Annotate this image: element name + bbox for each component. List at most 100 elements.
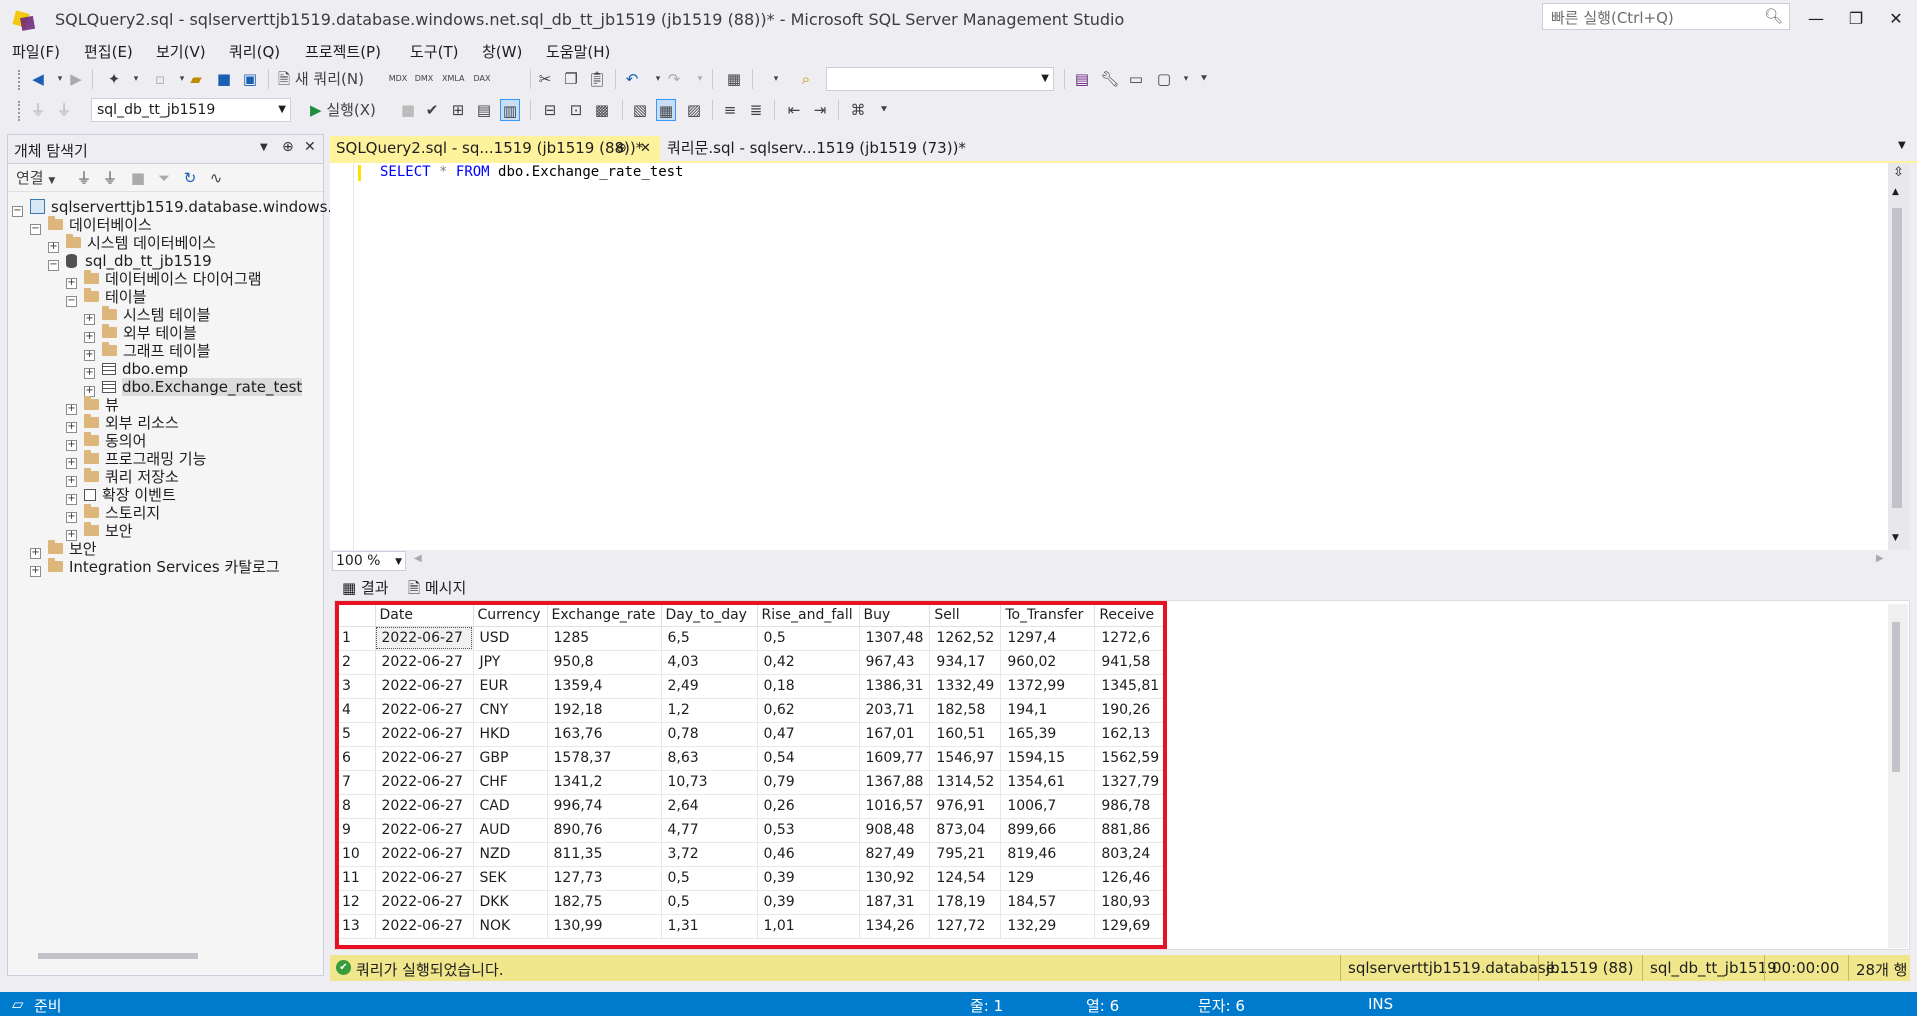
column-header-receive[interactable]: Receive <box>1094 604 1167 627</box>
query-editor[interactable]: SELECT * FROM dbo.Exchange_rate_test <box>330 163 1888 550</box>
tab-sqlquery2[interactable]: SQLQuery2.sql - sq...1519 (jb1519 (88))*… <box>330 136 660 161</box>
restore-button[interactable]: ❐ <box>1836 6 1876 32</box>
cancel-query-icon[interactable]: ■ <box>398 99 418 121</box>
editor-vertical-scrollbar[interactable]: ⇳ ▲ ▼ <box>1888 163 1910 550</box>
toolbar-overflow-icon[interactable]: ⯆ <box>1194 68 1214 90</box>
grid-cell[interactable]: 0,53 <box>757 818 860 843</box>
grid-cell[interactable]: 0,39 <box>757 866 860 891</box>
table-row[interactable]: 3 2022-06-27 EUR 1359,4 2,49 0,18 1386,31 1332,… <box>339 674 1167 699</box>
new-project-dropdown-icon[interactable]: ▾ <box>126 68 146 90</box>
filter-icon[interactable]: ⏷ <box>154 167 174 189</box>
specify-values-icon[interactable]: ⌘ <box>848 99 868 121</box>
grid-cell[interactable]: 127,73 <box>547 866 662 891</box>
column-header-date[interactable]: Date <box>375 604 474 627</box>
grid-cell[interactable]: 1327,79 <box>1094 770 1167 795</box>
split-icon[interactable]: ⇳ <box>1893 165 1904 180</box>
grid-cell[interactable]: JPY <box>473 650 548 675</box>
collapse-icon[interactable]: − <box>30 224 41 235</box>
grid-cell[interactable]: 178,19 <box>929 890 1002 915</box>
table-row[interactable]: 1 2022-06-27 USD 1285 6,5 0,5 1307,48 1262,52 12… <box>339 626 1167 651</box>
grid-cell[interactable]: 0,18 <box>757 674 860 699</box>
grid-cell[interactable]: 0,79 <box>757 770 860 795</box>
query-options-icon[interactable]: ▤ <box>474 99 494 121</box>
grid-cell[interactable]: 1609,77 <box>859 746 931 771</box>
grid-cell[interactable]: 0,5 <box>757 626 860 651</box>
column-header-sell[interactable]: Sell <box>929 604 1002 627</box>
close-button[interactable]: ✕ <box>1876 6 1916 32</box>
results-vertical-scrollbar[interactable] <box>1888 604 1908 948</box>
grid-cell[interactable]: 1354,61 <box>1000 770 1096 795</box>
grid-cell[interactable]: NOK <box>473 914 548 939</box>
properties-window-icon[interactable]: ▤ <box>1072 68 1092 90</box>
scroll-up-icon[interactable]: ▲ <box>1892 187 1899 197</box>
grid-cell[interactable]: SEK <box>473 866 548 891</box>
grid-cell[interactable]: 0,5 <box>661 890 758 915</box>
menu-project[interactable]: 프로젝트(P) <box>305 41 381 62</box>
grid-cell[interactable]: 819,46 <box>1000 842 1096 867</box>
grid-cell[interactable]: 203,71 <box>859 698 931 723</box>
close-icon[interactable]: ✕ <box>304 139 316 155</box>
code-line-1[interactable]: SELECT * FROM dbo.Exchange_rate_test <box>380 164 683 180</box>
grid-cell[interactable]: 6,5 <box>661 626 758 651</box>
table-row[interactable]: 11 2022-06-27 SEK 127,73 0,5 0,39 130,92 124,54… <box>339 866 1167 891</box>
close-icon[interactable]: ✕ <box>640 136 651 161</box>
minimize-button[interactable]: — <box>1796 6 1836 32</box>
grid-cell[interactable]: 180,93 <box>1094 890 1167 915</box>
collapse-icon[interactable]: − <box>12 206 23 217</box>
table-row[interactable]: 5 2022-06-27 HKD 163,76 0,78 0,47 167,01 160,51… <box>339 722 1167 747</box>
grid-cell[interactable]: 8,63 <box>661 746 758 771</box>
back-icon[interactable]: ◀ <box>28 68 48 90</box>
grid-cell[interactable]: 960,02 <box>1000 650 1096 675</box>
column-header-day-to-day[interactable]: Day_to_day <box>661 604 758 627</box>
table-row[interactable]: 2 2022-06-27 JPY 950,8 4,03 0,42 967,43 934,17 9… <box>339 650 1167 675</box>
grid-cell[interactable]: 950,8 <box>547 650 662 675</box>
table-row[interactable]: 10 2022-06-27 NZD 811,35 3,72 0,46 827,49 795,2… <box>339 842 1167 867</box>
grid-cell[interactable]: 803,24 <box>1094 842 1167 867</box>
grid-cell[interactable]: 4,03 <box>661 650 758 675</box>
chevron-down-icon[interactable]: ▼ <box>278 101 286 119</box>
scrollbar-thumb[interactable] <box>1892 622 1900 772</box>
grid-cell[interactable]: 2,49 <box>661 674 758 699</box>
redo-dropdown-icon[interactable]: ▾ <box>690 68 710 90</box>
toolbar-grip[interactable] <box>18 70 22 90</box>
grid-cell[interactable]: 4,77 <box>661 818 758 843</box>
chevron-down-icon[interactable]: ▼ <box>1041 70 1049 88</box>
results-to-grid-icon[interactable]: ▦ <box>656 99 676 121</box>
grid-cell[interactable]: 0,47 <box>757 722 860 747</box>
grid-cell[interactable]: HKD <box>473 722 548 747</box>
tree-node-integration-services[interactable]: + Integration Services 카탈로그 <box>30 557 280 578</box>
grid-cell[interactable]: 1262,52 <box>929 626 1002 651</box>
mdx-query-button[interactable]: MDX <box>388 68 408 90</box>
save-icon[interactable]: ■ <box>214 68 234 90</box>
grid-cell[interactable]: EUR <box>473 674 548 699</box>
menu-window[interactable]: 창(W) <box>482 41 522 62</box>
grid-cell[interactable]: 1546,97 <box>929 746 1002 771</box>
grid-cell[interactable]: 1332,49 <box>929 674 1002 699</box>
disconnect-icon[interactable]: ⏚ <box>100 167 120 189</box>
grid-cell[interactable]: 899,66 <box>1000 818 1096 843</box>
undo-icon[interactable]: ↶ <box>622 68 642 90</box>
grid-cell[interactable]: 127,72 <box>929 914 1002 939</box>
grid-cell[interactable]: GBP <box>473 746 548 771</box>
grid-cell[interactable]: 182,58 <box>929 698 1002 723</box>
grid-cell[interactable]: 996,74 <box>547 794 662 819</box>
scroll-down-icon[interactable]: ▼ <box>1892 533 1899 543</box>
new-query-button[interactable]: 🗎︎ 새 쿼리(N) <box>278 68 364 90</box>
table-row[interactable]: 13 2022-06-27 NOK 130,99 1,31 1,01 134,26 127,7… <box>339 914 1167 939</box>
chevron-down-icon[interactable]: ▼ <box>395 553 402 571</box>
grid-cell[interactable]: 941,58 <box>1094 650 1167 675</box>
grid-cell[interactable]: 1386,31 <box>859 674 931 699</box>
grid-cell[interactable]: 986,78 <box>1094 794 1167 819</box>
collapse-icon[interactable]: − <box>48 260 59 271</box>
grid-cell[interactable]: 0,26 <box>757 794 860 819</box>
column-header-rise-and-fall[interactable]: Rise_and_fall <box>757 604 860 627</box>
grid-cell[interactable]: 1,31 <box>661 914 758 939</box>
grid-cell[interactable]: USD <box>473 626 548 651</box>
grid-cell[interactable]: 163,76 <box>547 722 662 747</box>
grid-cell[interactable]: 1562,59 <box>1094 746 1167 771</box>
menu-file[interactable]: 파일(F) <box>12 41 60 62</box>
results-to-file-icon[interactable]: ▨ <box>684 99 704 121</box>
find-in-files-icon[interactable]: ⌕ <box>796 68 816 90</box>
save-all-icon[interactable]: ▣ <box>240 68 260 90</box>
xmla-query-button[interactable]: XMLA <box>442 68 465 90</box>
